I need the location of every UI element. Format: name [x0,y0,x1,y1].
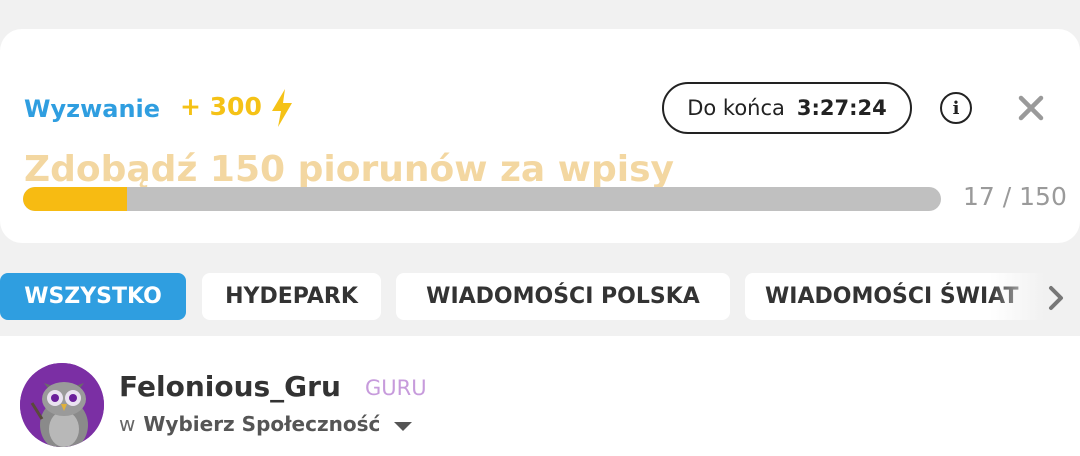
caret-down-icon[interactable] [394,421,413,431]
challenge-title: Zdobądź 150 piorunów za wpisy [24,149,675,190]
lightning-icon [272,89,292,127]
progress-bar [23,187,941,211]
timer-pill: Do końca 3:27:24 [662,82,912,134]
chevron-right-icon[interactable] [1046,285,1066,311]
rank-badge: GURU [365,376,427,400]
community-name[interactable]: Wybierz Społeczność [143,412,380,436]
timer-label: Do końca [687,96,785,120]
category-tabs: WSZYSTKO HYDEPARK WIADOMOŚCI POLSKA WIAD… [0,273,1080,321]
tab-wiadomosci-polska[interactable]: WIADOMOŚCI POLSKA [396,273,730,320]
challenge-label: Wyzwanie [24,95,161,123]
progress-text: 17 / 150 [963,182,1067,211]
community-selector[interactable]: w Wybierz Społeczność [119,412,413,436]
tabs-fade [990,273,1080,321]
username[interactable]: Felonious_Gru [119,370,341,403]
timer-value: 3:27:24 [796,96,887,120]
avatar[interactable] [20,363,104,447]
tab-wszystko[interactable]: WSZYSTKO [0,273,186,320]
progress-fill [23,187,128,211]
close-icon[interactable] [1014,91,1048,125]
owl-avatar-icon [20,363,104,447]
challenge-bonus: + 300 [180,92,262,121]
in-label: w [119,412,136,436]
tab-hydepark[interactable]: HYDEPARK [202,273,381,320]
post-header: Felonious_Gru GURU w Wybierz Społeczność [0,336,1080,456]
info-icon[interactable]: i [940,92,972,124]
